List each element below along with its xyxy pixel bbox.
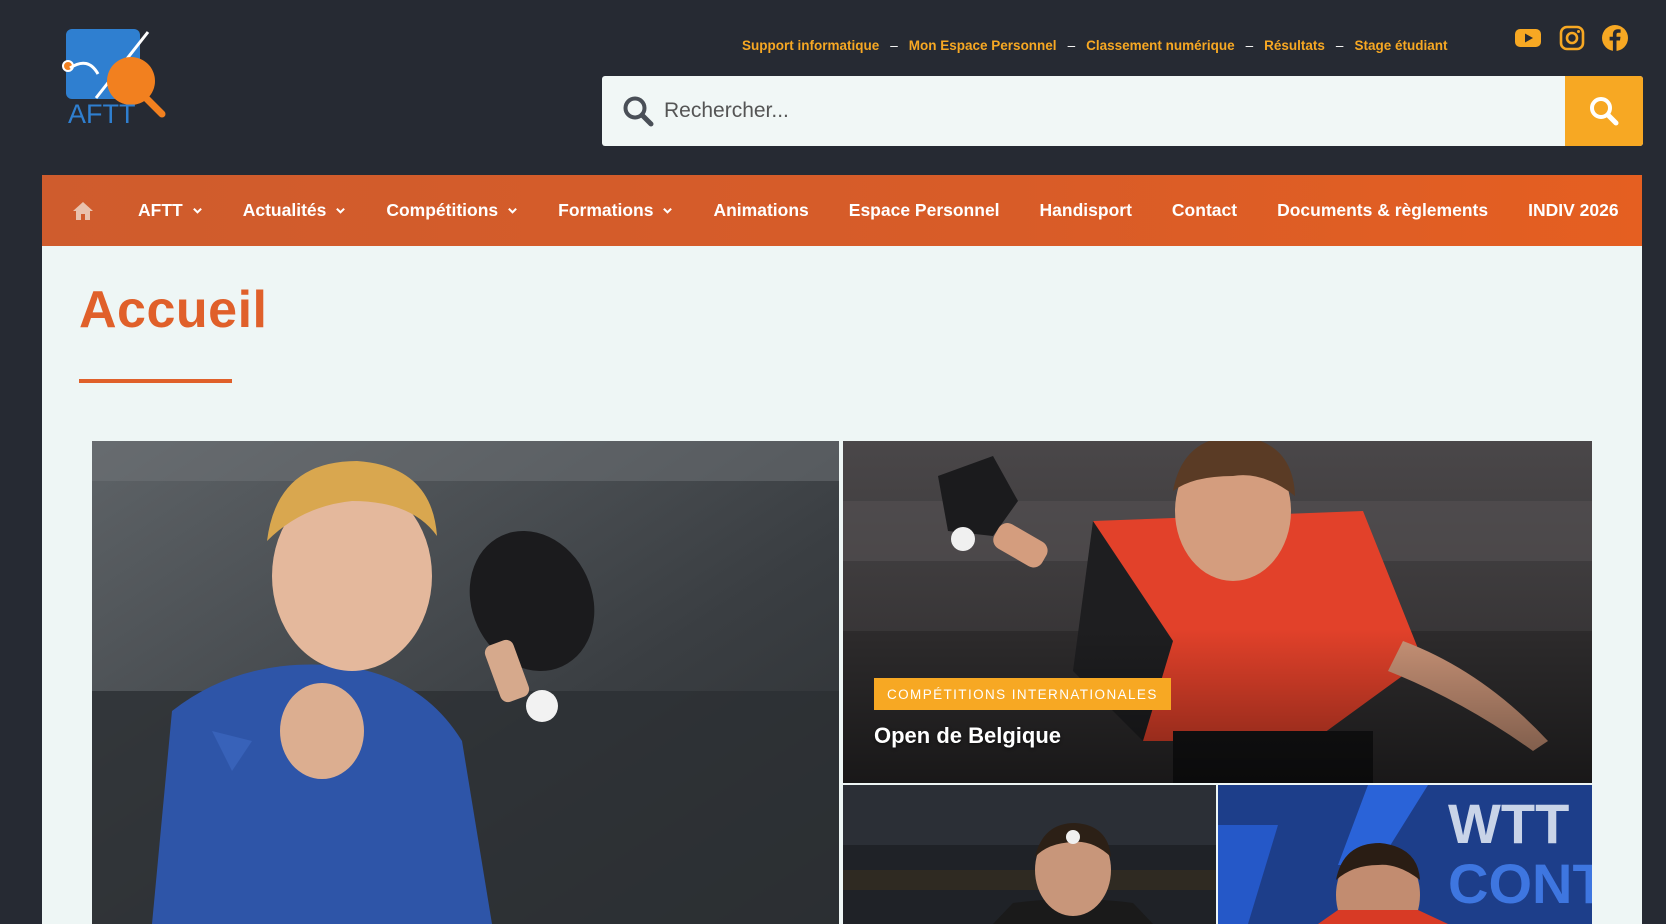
top-links: Support informatique – Mon Espace Person… xyxy=(742,36,1447,54)
nav-item-competitions[interactable]: Compétitions xyxy=(386,200,518,221)
nav-item-formations[interactable]: Formations xyxy=(558,200,673,221)
logo-text: AFTT xyxy=(68,99,136,126)
featured-article-title[interactable]: Open de Belgique xyxy=(874,723,1061,749)
title-underline xyxy=(79,379,232,383)
nav-item-actualites[interactable]: Actualités xyxy=(243,200,347,221)
youtube-icon[interactable] xyxy=(1514,24,1542,52)
nav-item-animations[interactable]: Animations xyxy=(713,200,808,221)
top-link-separator: – xyxy=(1067,37,1076,53)
aftt-logo[interactable]: AFTT xyxy=(58,26,176,129)
news-tile-small-right[interactable]: WTT CONT xyxy=(1218,785,1592,924)
category-badge[interactable]: COMPÉTITIONS INTERNATIONALES xyxy=(874,678,1171,710)
news-tile-small-left[interactable] xyxy=(843,785,1216,924)
top-link-stage[interactable]: Stage étudiant xyxy=(1354,38,1447,53)
nav-item-espace-personnel[interactable]: Espace Personnel xyxy=(849,200,1000,221)
search-submit-button[interactable] xyxy=(1565,76,1643,146)
nav-item-label: Formations xyxy=(558,200,654,220)
chevron-down-icon xyxy=(192,207,202,214)
top-link-separator: – xyxy=(1335,37,1344,53)
chevron-down-icon xyxy=(508,207,518,214)
nav-item-aftt[interactable]: AFTT xyxy=(138,200,203,221)
top-link-espace-personnel[interactable]: Mon Espace Personnel xyxy=(909,38,1057,53)
main-content: Accueil COMPÉTITIONS INTERNATIONALES Ope… xyxy=(42,246,1642,924)
nav-item-contact[interactable]: Contact xyxy=(1172,200,1237,221)
search-icon xyxy=(602,76,660,146)
search-bar xyxy=(602,76,1643,146)
top-link-separator: – xyxy=(890,37,898,53)
nav-item-handisport[interactable]: Handisport xyxy=(1040,200,1132,221)
search-input[interactable] xyxy=(660,76,1565,146)
nav-item-documents[interactable]: Documents & règlements xyxy=(1277,200,1488,221)
news-photo-player-wtt: WTT CONT xyxy=(1218,785,1592,924)
page-title: Accueil xyxy=(79,281,268,339)
chevron-down-icon xyxy=(336,207,346,214)
chevron-down-icon xyxy=(663,207,673,214)
news-photo-player-blue xyxy=(92,441,839,924)
news-tile-large[interactable] xyxy=(92,441,839,924)
top-link-support[interactable]: Support informatique xyxy=(742,38,879,53)
nav-item-label: AFTT xyxy=(138,200,183,220)
home-icon[interactable] xyxy=(72,200,94,222)
top-link-separator: – xyxy=(1245,37,1254,53)
facebook-icon[interactable] xyxy=(1601,24,1629,52)
wtt-backdrop-text: CONT xyxy=(1448,852,1592,915)
nav-item-indiv-2026[interactable]: INDIV 2026 xyxy=(1528,200,1618,221)
nav-item-label: Actualités xyxy=(242,200,327,220)
news-photo-player-serve xyxy=(843,785,1216,924)
top-link-classement[interactable]: Classement numérique xyxy=(1086,38,1235,53)
main-nav: AFTT Actualités Compétitions Formations … xyxy=(42,175,1642,246)
wtt-backdrop-text: WTT xyxy=(1448,792,1569,855)
instagram-icon[interactable] xyxy=(1558,24,1586,52)
search-icon xyxy=(1590,97,1619,126)
top-link-resultats[interactable]: Résultats xyxy=(1264,38,1325,53)
news-tile-featured[interactable]: COMPÉTITIONS INTERNATIONALES Open de Bel… xyxy=(843,441,1592,783)
nav-item-label: Compétitions xyxy=(386,200,499,220)
